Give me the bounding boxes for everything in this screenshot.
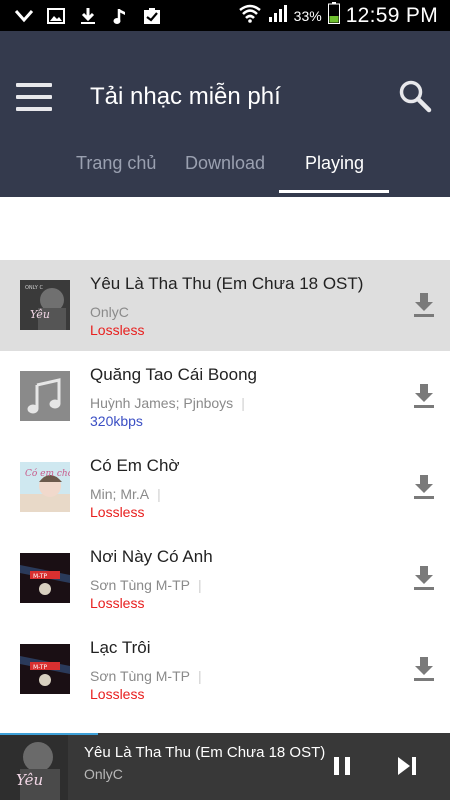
song-quality: Lossless (90, 595, 145, 611)
download-icon (414, 384, 434, 408)
album-cover-icon: Yêu (0, 733, 68, 800)
song-artist: Sơn Tùng M-TP | (90, 668, 202, 684)
separator: | (241, 395, 245, 411)
notification-icons (0, 6, 162, 26)
pause-button[interactable] (331, 755, 353, 777)
menu-button[interactable] (16, 83, 52, 111)
chevron-down-icon (14, 6, 34, 26)
svg-text:M-TP: M-TP (33, 573, 47, 580)
tab-download[interactable]: Download (185, 153, 265, 174)
battery-percent: 33% (293, 7, 322, 24)
artist-name: Sơn Tùng M-TP (90, 577, 190, 593)
song-row[interactable]: Quăng Tao Cái Boong Huỳnh James; Pjnboys… (0, 351, 450, 442)
status-bar: 33% 12:59 PM (0, 0, 450, 31)
active-tab-indicator (279, 190, 389, 193)
image-icon (46, 6, 66, 26)
download-icon (414, 475, 434, 499)
svg-text:M-TP: M-TP (33, 664, 47, 671)
download-icon (414, 657, 434, 681)
search-button[interactable] (398, 79, 432, 113)
song-quality: 320kbps (90, 413, 143, 429)
separator: | (197, 668, 202, 684)
menu-icon-line (16, 95, 52, 99)
song-quality: Lossless (90, 686, 145, 702)
download-button[interactable] (412, 565, 436, 591)
search-icon (399, 80, 432, 113)
player-song-title: Yêu Là Tha Thu (Em Chưa 18 OST) (84, 744, 326, 761)
album-cover-icon: Yêu ONLY C (20, 280, 70, 330)
menu-icon-line (16, 107, 52, 111)
app-header: Tải nhạc miễn phí Trang chủ Download Pla… (0, 31, 450, 197)
skip-next-icon (398, 757, 416, 775)
artist-name: Sơn Tùng M-TP (90, 668, 190, 684)
song-quality: Lossless (90, 504, 145, 520)
song-title: Nơi Này Có Anh (90, 547, 213, 566)
song-title: Có Em Chờ (90, 456, 180, 475)
album-cover-icon: M-TP (20, 553, 70, 603)
song-row[interactable]: Có em chờ Có Em Chờ Min; Mr.A | Lossless (0, 442, 450, 533)
song-artist: OnlyC (90, 304, 129, 320)
download-button[interactable] (412, 474, 436, 500)
artist-name: Huỳnh James; Pjnboys (90, 395, 234, 411)
artist-name: OnlyC (90, 304, 129, 320)
song-artist: Min; Mr.A | (90, 486, 161, 502)
signal-icon (268, 3, 288, 28)
download-button[interactable] (412, 656, 436, 682)
download-button[interactable] (412, 383, 436, 409)
player-song-artist: OnlyC (84, 766, 123, 782)
app-title: Tải nhạc miễn phí (90, 83, 281, 110)
song-title: Lạc Trôi (90, 638, 151, 657)
playback-progress (0, 733, 98, 735)
wifi-icon (238, 3, 262, 28)
download-button[interactable] (412, 292, 436, 318)
menu-icon-line (16, 83, 52, 87)
now-playing-bar[interactable]: Yêu Yêu Là Tha Thu (Em Chưa 18 OST) Only… (0, 733, 450, 800)
song-row[interactable]: M-TP Lạc Trôi Sơn Tùng M-TP | Lossless (0, 624, 450, 715)
song-title: Quăng Tao Cái Boong (90, 365, 257, 384)
tab-bar: Trang chủ Download Playing (0, 143, 450, 197)
download-icon (78, 6, 98, 26)
song-artist: Sơn Tùng M-TP | (90, 577, 202, 593)
tab-playing[interactable]: Playing (305, 153, 364, 174)
song-title: Yêu Là Tha Thu (Em Chưa 18 OST) (90, 274, 364, 293)
album-cover-icon: M-TP (20, 644, 70, 694)
pause-icon (334, 757, 350, 775)
clipboard-check-icon (142, 6, 162, 26)
separator: | (197, 577, 202, 593)
song-row[interactable]: M-TP Nơi Này Có Anh Sơn Tùng M-TP | Lossl… (0, 533, 450, 624)
svg-text:Yêu: Yêu (16, 771, 43, 789)
next-button[interactable] (396, 755, 418, 777)
download-icon (414, 566, 434, 590)
battery-icon (327, 2, 340, 29)
album-cover-icon: Có em chờ (20, 462, 70, 512)
download-icon (414, 293, 434, 317)
music-note-placeholder-icon (20, 371, 70, 421)
music-note-icon (110, 6, 130, 26)
song-row[interactable]: Yêu ONLY C Yêu Là Tha Thu (Em Chưa 18 OS… (0, 260, 450, 351)
artist-name: Min; Mr.A (90, 486, 150, 502)
clock: 12:59 PM (345, 3, 438, 27)
song-quality: Lossless (90, 322, 145, 338)
song-list: Yêu ONLY C Yêu Là Tha Thu (Em Chưa 18 OS… (0, 260, 450, 715)
svg-text:Yêu: Yêu (30, 308, 50, 321)
tab-home[interactable]: Trang chủ (76, 153, 156, 174)
svg-text:ONLY C: ONLY C (25, 285, 43, 291)
separator: | (157, 486, 161, 502)
svg-text:Có em chờ: Có em chờ (25, 468, 70, 479)
system-icons: 33% 12:59 PM (238, 2, 450, 29)
song-artist: Huỳnh James; Pjnboys | (90, 395, 245, 411)
